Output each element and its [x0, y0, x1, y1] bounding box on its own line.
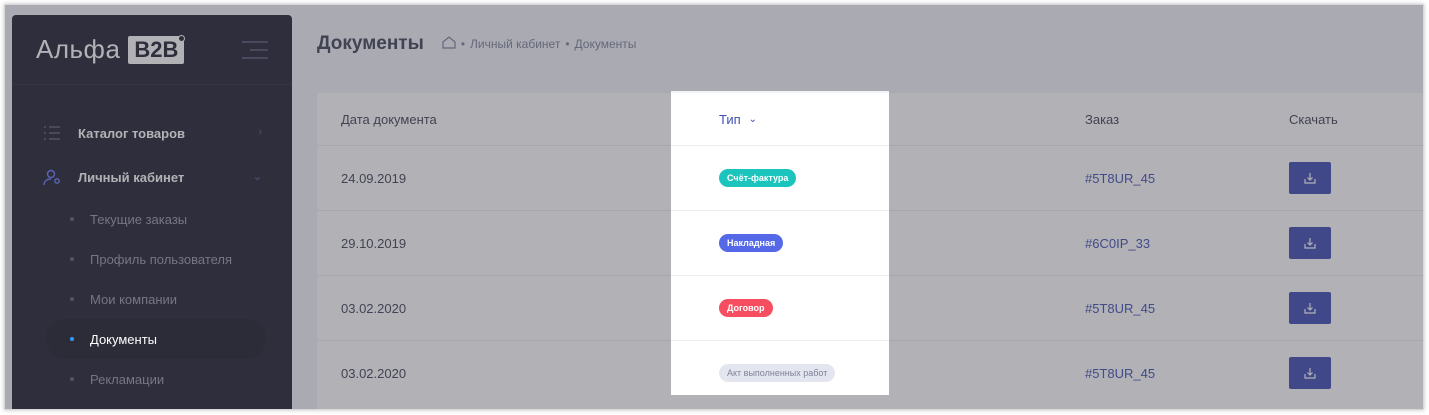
sidebar-subitem-orders[interactable]: Текущие заказы	[12, 199, 292, 239]
sidebar-subitem-companies[interactable]: Мои компании	[12, 279, 292, 319]
type-badge: Счёт-фактура	[719, 169, 797, 187]
sidebar-subitem-claims[interactable]: Рекламации	[12, 359, 292, 399]
user-settings-icon	[42, 167, 62, 187]
download-button[interactable]	[1289, 227, 1331, 259]
breadcrumb-current: Документы	[574, 37, 637, 51]
type-badge: Акт выполненных работ	[719, 364, 836, 382]
cell-date: 24.09.2019	[341, 170, 407, 186]
table-row: 03.02.2020 Акт выполненных работ #5T8UR_45	[317, 340, 1423, 405]
breadcrumb: • Личный кабинет • Документы	[442, 36, 637, 52]
page-title: Документы	[317, 33, 424, 54]
sidebar-item-label: Каталог товаров	[78, 125, 186, 141]
sidebar: Альфа B2B Каталог товаров › Личный кабин…	[12, 15, 292, 409]
table-header: Дата документа Тип ⌄ Заказ Скачать	[317, 93, 1423, 145]
order-link[interactable]: #6C0IP_33	[1085, 236, 1150, 251]
download-button[interactable]	[1289, 357, 1331, 389]
list-icon	[42, 123, 62, 143]
sidebar-subitem-label: Текущие заказы	[90, 211, 188, 227]
column-header-type[interactable]: Тип ⌄	[693, 112, 1061, 127]
column-header-download: Скачать	[1289, 111, 1338, 127]
column-header-date[interactable]: Дата документа	[317, 112, 693, 127]
sidebar-item-catalog[interactable]: Каталог товаров ›	[12, 111, 292, 155]
table-row: 03.02.2020 Договор #5T8UR_45	[317, 275, 1423, 340]
order-link[interactable]: #5T8UR_45	[1085, 301, 1155, 316]
chevron-down-icon: ⌄	[252, 171, 262, 183]
cell-date: 03.02.2020	[341, 365, 407, 381]
logo-badge: B2B	[128, 34, 186, 64]
chevron-down-icon: ⌄	[748, 113, 758, 125]
breadcrumb-link-account[interactable]: Личный кабинет	[470, 37, 560, 51]
logo[interactable]: Альфа B2B	[12, 15, 292, 85]
download-icon	[1304, 173, 1316, 184]
sidebar-nav: Каталог товаров › Личный кабинет ⌄ Текущ…	[12, 85, 292, 399]
type-badge: Накладная	[719, 234, 784, 252]
sidebar-item-account[interactable]: Личный кабинет ⌄	[12, 155, 292, 199]
table-row: 29.10.2019 Накладная #6C0IP_33	[317, 210, 1423, 275]
table-body: 24.09.2019 Счёт-фактура #5T8UR_45 29.10.201…	[317, 145, 1423, 405]
page-header: Документы • Личный кабинет • Документы	[317, 33, 636, 55]
download-icon	[1304, 303, 1316, 314]
sidebar-subitem-profile[interactable]: Профиль пользователя	[12, 239, 292, 279]
chevron-right-icon: ›	[258, 126, 262, 138]
order-link[interactable]: #5T8UR_45	[1085, 366, 1155, 381]
cell-date: 03.02.2020	[341, 300, 407, 316]
sidebar-subitem-label: Документы	[90, 331, 158, 347]
documents-table: Дата документа Тип ⌄ Заказ Скачать 24.09.…	[317, 93, 1423, 409]
sidebar-subitem-label: Рекламации	[90, 371, 165, 387]
order-link[interactable]: #5T8UR_45	[1085, 171, 1155, 186]
download-icon	[1304, 368, 1316, 379]
sidebar-subitem-documents[interactable]: Документы	[12, 319, 292, 359]
logo-text: Альфа	[36, 34, 121, 64]
menu-toggle-icon[interactable]	[242, 41, 268, 65]
sidebar-subitem-label: Профиль пользователя	[90, 251, 233, 267]
app-window: Альфа B2B Каталог товаров › Личный кабин…	[4, 4, 1424, 410]
column-header-type-label: Тип	[719, 111, 741, 127]
table-row: 24.09.2019 Счёт-фактура #5T8UR_45	[317, 145, 1423, 210]
download-button[interactable]	[1289, 292, 1331, 324]
download-button[interactable]	[1289, 162, 1331, 194]
sidebar-subitem-label: Мои компании	[90, 291, 178, 307]
column-header-order[interactable]: Заказ	[1061, 112, 1265, 127]
home-icon[interactable]	[442, 36, 456, 52]
cell-date: 29.10.2019	[341, 235, 407, 251]
sidebar-item-label: Личный кабинет	[78, 169, 185, 185]
download-icon	[1304, 238, 1316, 249]
type-badge: Договор	[719, 299, 773, 317]
